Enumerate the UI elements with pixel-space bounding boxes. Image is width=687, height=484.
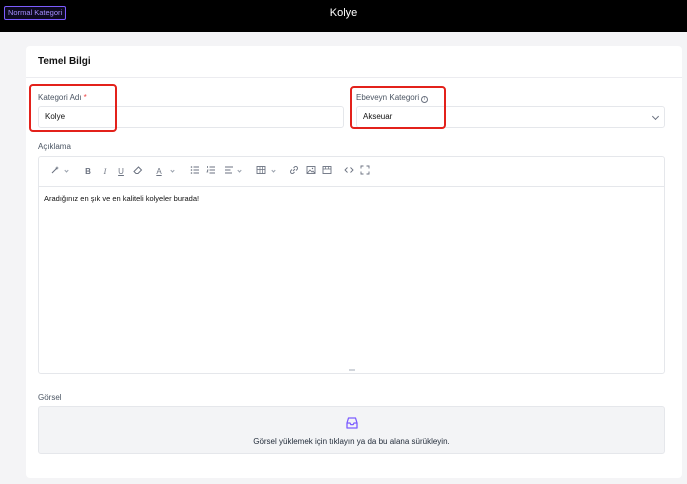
- card-header: Temel Bilgi: [26, 46, 682, 78]
- chevron-down-icon[interactable]: [271, 168, 276, 173]
- inbox-icon: [345, 416, 359, 430]
- parent-category-label-text: Ebeveyn Kategori: [356, 93, 420, 102]
- italic-icon[interactable]: I: [99, 165, 111, 179]
- required-mark: *: [83, 93, 87, 102]
- description-label: Açıklama: [38, 142, 71, 151]
- rich-text-editor: B I U A Aradığınız en şık ve en kaliteli…: [38, 156, 665, 374]
- parent-category-label: Ebeveyn Kategori i: [356, 93, 429, 103]
- numbered-list-icon[interactable]: [205, 165, 217, 179]
- image-label: Görsel: [38, 393, 62, 402]
- chevron-down-icon[interactable]: [170, 168, 175, 173]
- chevron-down-icon[interactable]: [64, 168, 69, 173]
- magic-wand-icon[interactable]: [49, 165, 61, 179]
- align-icon[interactable]: [223, 165, 235, 179]
- image-upload-dropzone[interactable]: Görsel yüklemek için tıklayın ya da bu a…: [38, 406, 665, 454]
- category-name-label-text: Kategori Adı: [38, 93, 82, 102]
- video-icon[interactable]: [321, 165, 333, 179]
- parent-category-select[interactable]: Akseuar: [356, 106, 665, 128]
- bullet-list-icon[interactable]: [189, 165, 201, 179]
- eraser-icon[interactable]: [132, 165, 144, 179]
- chevron-down-icon: [651, 112, 660, 121]
- link-icon[interactable]: [288, 165, 300, 179]
- parent-category-value: Akseuar: [363, 112, 393, 121]
- basic-info-card: Temel Bilgi Kategori Adı * Kolye Ebeveyn …: [26, 46, 682, 478]
- fullscreen-icon[interactable]: [359, 165, 371, 179]
- category-name-value: Kolye: [45, 112, 66, 121]
- top-bar: Normal Kategori Kolye: [0, 0, 687, 32]
- bold-icon[interactable]: B: [82, 165, 94, 179]
- category-name-input[interactable]: Kolye: [38, 106, 344, 128]
- code-icon[interactable]: [343, 165, 355, 179]
- table-icon[interactable]: [255, 165, 267, 179]
- upload-hint: Görsel yüklemek için tıklayın ya da bu a…: [253, 437, 450, 446]
- info-icon[interactable]: i: [421, 96, 429, 103]
- chevron-down-icon[interactable]: [237, 168, 242, 173]
- underline-icon[interactable]: U: [115, 165, 127, 179]
- editor-toolbar: B I U A: [39, 157, 664, 187]
- resize-handle[interactable]: [349, 369, 355, 371]
- image-icon[interactable]: [305, 165, 317, 179]
- editor-content[interactable]: Aradığınız en şık ve en kaliteli kolyele…: [44, 194, 199, 203]
- page-title: Kolye: [329, 7, 358, 19]
- section-title: Temel Bilgi: [38, 56, 91, 67]
- font-color-icon[interactable]: A: [153, 165, 165, 179]
- category-name-label: Kategori Adı *: [38, 93, 87, 102]
